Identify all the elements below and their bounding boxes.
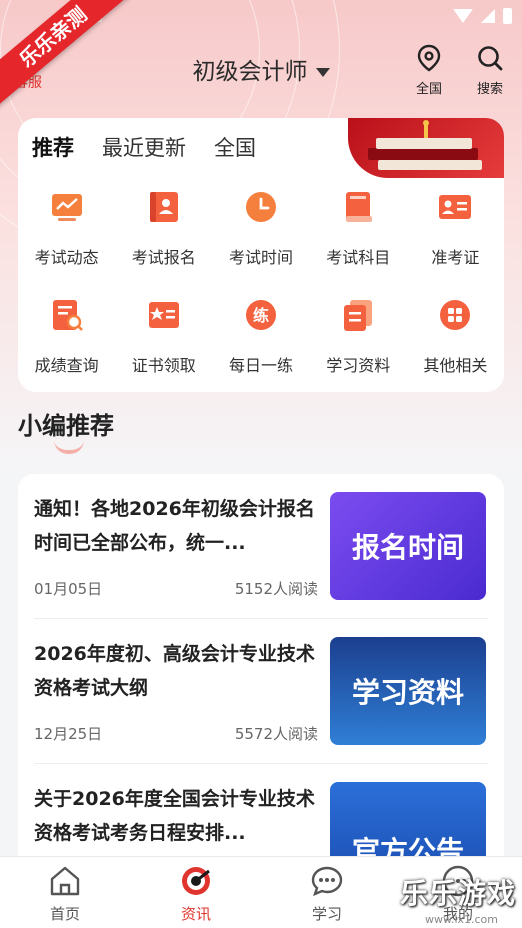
grid-item-exam-time[interactable]: 考试时间 [212, 190, 309, 268]
article-title: 通知！各地2026年初级会计报名时间已全部公布，统一... [34, 498, 315, 554]
chat-bubble-icon [311, 866, 343, 897]
study-material-icon [341, 298, 375, 332]
article-title: 关于2026年度全国会计专业技术资格考试考务日程安排... [34, 788, 315, 844]
book-icon [341, 190, 375, 224]
article-list: 通知！各地2026年初级会计报名时间已全部公布，统一... 01月05日 515… [18, 474, 504, 874]
practice-icon: 练 [244, 298, 278, 332]
region-label: 全国 [415, 82, 442, 97]
tab-nationwide[interactable]: 全国 [214, 132, 256, 162]
article-thumbnail: 报名时间 [330, 492, 486, 600]
article-reads: 5152人阅读 [234, 580, 318, 598]
nav-news[interactable]: 资讯 [156, 865, 236, 924]
id-card-icon [438, 190, 472, 224]
article-title: 2026年度初、高级会计专业技术资格考试大纲 [34, 643, 315, 699]
grid-item-daily-practice[interactable]: 练 每日一练 [212, 298, 309, 376]
grid-item-score-query[interactable]: 成绩查询 [18, 298, 115, 376]
nav-label: 资讯 [180, 905, 211, 923]
news-icon [182, 867, 210, 895]
grid-label: 准考证 [431, 248, 480, 267]
tab-recent-updates[interactable]: 最近更新 [102, 132, 186, 162]
grid-label: 考试科目 [326, 248, 391, 267]
watermark-url: www.lx1.com [424, 913, 498, 926]
grid-label: 考试动态 [34, 248, 99, 267]
grid-label: 考试报名 [131, 248, 196, 267]
grid-item-others[interactable]: 其他相关 [407, 298, 504, 376]
clock-icon [244, 190, 278, 224]
battery-icon [503, 8, 512, 24]
nav-label: 学习 [311, 905, 342, 923]
grid-item-study-materials[interactable]: 学习资料 [310, 298, 407, 376]
banner-image [348, 118, 504, 178]
certificate-icon [147, 298, 181, 332]
location-pin-icon [417, 44, 441, 72]
search-label: 搜索 [476, 82, 503, 97]
caret-down-icon [315, 68, 330, 77]
search-button[interactable]: 搜索 [465, 44, 515, 97]
bottom-navigation: 首页 资讯 学习 我的 乐乐游戏 www.lx1.com [0, 856, 522, 928]
chart-icon [50, 190, 84, 224]
wifi-icon [453, 9, 473, 23]
grid-item-registration[interactable]: 考试报名 [115, 190, 212, 268]
article-date: 01月05日 [34, 580, 103, 598]
grid-item-certificate[interactable]: 证书领取 [115, 298, 212, 376]
article-date: 12月25日 [34, 725, 103, 743]
grid-item-exam-news[interactable]: 考试动态 [18, 190, 115, 268]
article-item[interactable]: 2026年度初、高级会计专业技术资格考试大纲 12月25日 5572人阅读 学习… [18, 619, 504, 765]
nav-label: 首页 [49, 905, 80, 923]
nav-home[interactable]: 首页 [25, 865, 105, 924]
search-icon [478, 46, 503, 71]
grid-label: 成绩查询 [34, 356, 99, 375]
region-button[interactable]: 全国 [404, 44, 454, 97]
grid-label: 每日一练 [228, 356, 293, 375]
article-reads: 5572人阅读 [234, 725, 318, 743]
section-title: 小编推荐 [18, 412, 114, 440]
registration-icon [147, 190, 181, 224]
article-thumbnail: 学习资料 [330, 637, 486, 745]
thumbnail-text: 学习资料 [351, 676, 464, 709]
category-card: 推荐 最近更新 全国 考试动态 考试报名 考试时间 考试科目 准考证 成绩查询 … [18, 118, 504, 392]
home-icon [50, 866, 80, 896]
score-search-icon [50, 298, 84, 332]
grid-label: 其他相关 [423, 356, 488, 375]
feature-grid: 考试动态 考试报名 考试时间 考试科目 准考证 成绩查询 证书领取 练 每日一练… [18, 190, 504, 376]
grid-item-admission-ticket[interactable]: 准考证 [407, 190, 504, 268]
category-tabs: 推荐 最近更新 全国 [32, 132, 256, 162]
grid-label: 证书领取 [131, 356, 196, 375]
svg-text:练: 练 [253, 306, 269, 325]
thumbnail-text: 报名时间 [351, 531, 464, 564]
grid-label: 学习资料 [326, 356, 391, 375]
article-item[interactable]: 通知！各地2026年初级会计报名时间已全部公布，统一... 01月05日 515… [18, 474, 504, 620]
title-text: 初级会计师 [192, 59, 308, 85]
signal-icon [481, 9, 495, 23]
tab-recommend[interactable]: 推荐 [32, 132, 74, 162]
grid-item-exam-subjects[interactable]: 考试科目 [310, 190, 407, 268]
nav-study[interactable]: 学习 [287, 865, 367, 924]
grid-label: 考试时间 [228, 248, 293, 267]
watermark-text: 乐乐游戏 [399, 877, 516, 910]
apps-icon [438, 298, 472, 332]
